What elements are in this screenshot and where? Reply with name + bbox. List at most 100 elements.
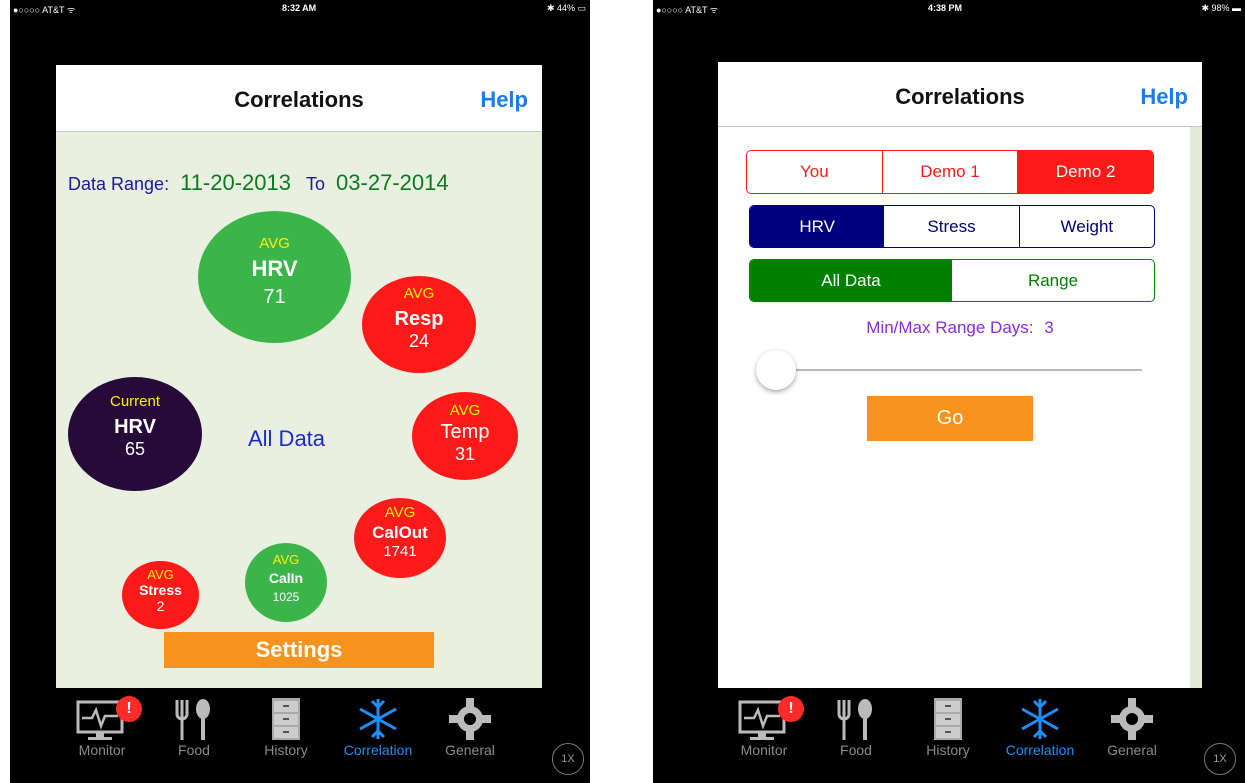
tab-monitor[interactable]: ! Monitor [718,696,810,758]
clock: 4:38 PM [928,3,963,13]
calout-bubble[interactable]: AVG CalOut 1741 [354,498,446,578]
stress-sub: AVG [147,567,174,582]
slider-thumb[interactable] [756,350,796,390]
range-days-label: Min/Max Range Days: [866,318,1034,337]
data-range-to-label: To [306,174,326,194]
fork-spoon-icon [837,699,872,740]
current-hrv-name: HRV [114,416,156,438]
metric-segmented-control: HRV Stress Weight [749,205,1155,248]
right-device: ●○○○○ AT&T ᯤ 4:38 PM ✱ 98% ▬ Correlation… [653,0,1245,783]
tab-history-label: History [926,742,970,758]
stress-bubble[interactable]: AVG Stress 2 [122,561,199,629]
settings-button[interactable]: Settings [164,632,434,668]
tab-food[interactable]: Food [810,696,902,758]
tab-general[interactable]: General [424,696,516,758]
segment-hrv[interactable]: HRV [750,206,885,247]
tab-food-label: Food [840,742,872,758]
current-hrv-bubble[interactable]: Current HRV 65 [68,377,202,491]
cabinet-icon [272,698,300,740]
go-button[interactable]: Go [867,396,1033,441]
cabinet-icon [934,698,962,740]
left-device: ●○○○○ AT&T ᯤ 8:32 AM ✱ 44% ▭ Correlation… [10,0,590,783]
segment-weight[interactable]: Weight [1020,206,1154,247]
segment-demo-1[interactable]: Demo 1 [883,151,1019,193]
current-hrv-sub: Current [109,393,161,410]
calout-name: CalOut [372,523,428,542]
gear-icon [449,698,491,740]
alert-badge: ! [778,696,804,722]
calout-sub: AVG [384,504,416,521]
tab-monitor-label: Monitor [78,742,126,758]
snowflake-icon [1021,699,1059,739]
carrier: ●○○○○ AT&T ᯤ [13,5,76,15]
tab-history[interactable]: History [902,696,994,758]
user-segmented-control: You Demo 1 Demo 2 [746,150,1154,194]
current-hrv-value: 65 [124,439,146,459]
calin-name: CalIn [268,570,304,586]
slider-track [756,369,1142,371]
calout-value: 1741 [383,543,417,560]
tab-general[interactable]: General [1086,696,1178,758]
tab-general-label: General [445,742,495,758]
page-title: Correlations [895,84,1025,109]
alert-badge: ! [116,696,142,722]
tab-correlation[interactable]: Correlation [994,696,1086,758]
data-range: Data Range: 11-20-2013 To 03-27-2014 [68,170,449,196]
all-data-label: All Data [248,426,326,451]
temp-name: Temp [440,421,490,443]
tab-correlation[interactable]: Correlation [332,696,424,758]
right-edge-strip [1190,127,1202,783]
zoom-button[interactable]: 1X [1204,743,1236,775]
bubble-panel: Data Range: 11-20-2013 To 03-27-2014 AVG… [56,132,542,783]
hrv-avg-name: HRV [251,256,298,281]
settings-screen: Correlations Help You Demo 1 Demo 2 HRV … [718,62,1202,783]
segment-all-data[interactable]: All Data [750,260,952,301]
range-days-value: 3 [1044,318,1054,337]
tab-correlation-label: Correlation [1005,742,1075,758]
tab-history-label: History [264,742,308,758]
segment-demo-2[interactable]: Demo 2 [1018,151,1153,193]
temp-bubble[interactable]: AVG Temp 31 [412,392,518,480]
resp-bubble[interactable]: AVG Resp 24 [362,276,476,373]
tab-history[interactable]: History [240,696,332,758]
data-range-label: Data Range: [68,174,170,194]
help-button[interactable]: Help [480,87,528,113]
tab-food[interactable]: Food [148,696,240,758]
resp-sub: AVG [403,285,435,302]
tab-general-label: General [1107,742,1157,758]
help-button[interactable]: Help [1140,84,1188,110]
data-range-from: 11-20-2013 [180,170,291,195]
segment-range[interactable]: Range [952,260,1154,301]
gear-icon [1111,698,1153,740]
data-segmented-control: All Data Range [749,259,1155,302]
tab-bar: ! Monitor Food History Correlation Gener… [718,688,1245,783]
tab-monitor-label: Monitor [740,742,788,758]
segment-stress[interactable]: Stress [884,206,1020,247]
battery: ✱ 98% ▬ [1201,3,1241,13]
battery: ✱ 44% ▭ [546,3,586,13]
segment-you[interactable]: You [747,151,883,193]
hrv-avg-bubble[interactable]: AVG HRV 71 [198,211,351,343]
calin-bubble[interactable]: AVG CalIn 1025 [245,543,327,622]
range-days: Min/Max Range Days: 3 [718,318,1202,338]
hrv-avg-sub: AVG [259,235,290,252]
resp-value: 24 [408,331,430,351]
nav-bar: Correlations Help [56,65,542,132]
fork-spoon-icon [175,699,210,740]
temp-value: 31 [454,444,476,464]
clock: 8:32 AM [282,3,317,13]
calin-sub: AVG [272,552,300,567]
stress-name: Stress [139,582,182,598]
zoom-button[interactable]: 1X [552,743,584,775]
correlations-screen: Correlations Help Data Range: 11-20-2013… [56,65,542,783]
page-title: Correlations [234,87,364,112]
range-slider[interactable] [756,350,1142,390]
snowflake-icon [359,699,397,739]
carrier: ●○○○○ AT&T ᯤ [656,5,719,15]
tab-bar: ! Monitor Food History Correlation Gener… [56,688,590,783]
tab-food-label: Food [178,742,210,758]
resp-name: Resp [394,308,444,330]
tab-monitor[interactable]: ! Monitor [56,696,148,758]
tab-correlation-label: Correlation [343,742,413,758]
calin-value: 1025 [272,590,300,604]
